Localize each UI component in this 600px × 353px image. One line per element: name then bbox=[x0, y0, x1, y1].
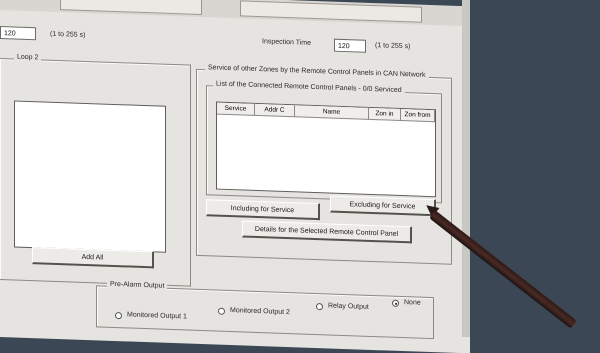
col-header-service[interactable]: Service bbox=[217, 102, 255, 116]
loop2-listbox[interactable] bbox=[14, 100, 166, 253]
time-range-left: (1 to 255 s) bbox=[50, 30, 86, 39]
excluding-for-service-button[interactable]: Excluding for Service bbox=[330, 195, 436, 217]
radio-relay-output[interactable] bbox=[316, 303, 323, 311]
radio-none[interactable] bbox=[392, 299, 399, 307]
col-header-zon-from[interactable]: Zon from bbox=[401, 109, 435, 123]
prealarm-title: Pre-Alarm Output bbox=[107, 280, 168, 290]
loop2-title: Loop 2 bbox=[14, 53, 42, 62]
application-window: 120 (1 to 255 s) Inspection Time 120 (1 … bbox=[0, 0, 470, 353]
label-relay-output: Relay Output bbox=[328, 302, 369, 311]
time-field-left[interactable]: 120 bbox=[0, 26, 36, 41]
remote-panels-list[interactable]: Service Addr C Name Zon in Zon from bbox=[216, 101, 436, 198]
inspection-time-field[interactable]: 120 bbox=[334, 38, 366, 53]
service-group-title: Service of other Zones by the Remote Con… bbox=[205, 64, 429, 79]
radio-monitored-output-1[interactable] bbox=[115, 312, 122, 320]
col-header-zon-in[interactable]: Zon in bbox=[369, 107, 401, 122]
monitor-bezel bbox=[462, 0, 470, 337]
inspection-range-label: (1 to 255 s) bbox=[375, 42, 411, 51]
label-none: None bbox=[404, 299, 421, 307]
radio-monitored-output-2[interactable] bbox=[218, 307, 225, 315]
inspection-time-label: Inspection Time bbox=[262, 38, 312, 47]
col-header-name[interactable]: Name bbox=[295, 105, 369, 120]
col-header-addr[interactable]: Addr C bbox=[255, 103, 295, 118]
